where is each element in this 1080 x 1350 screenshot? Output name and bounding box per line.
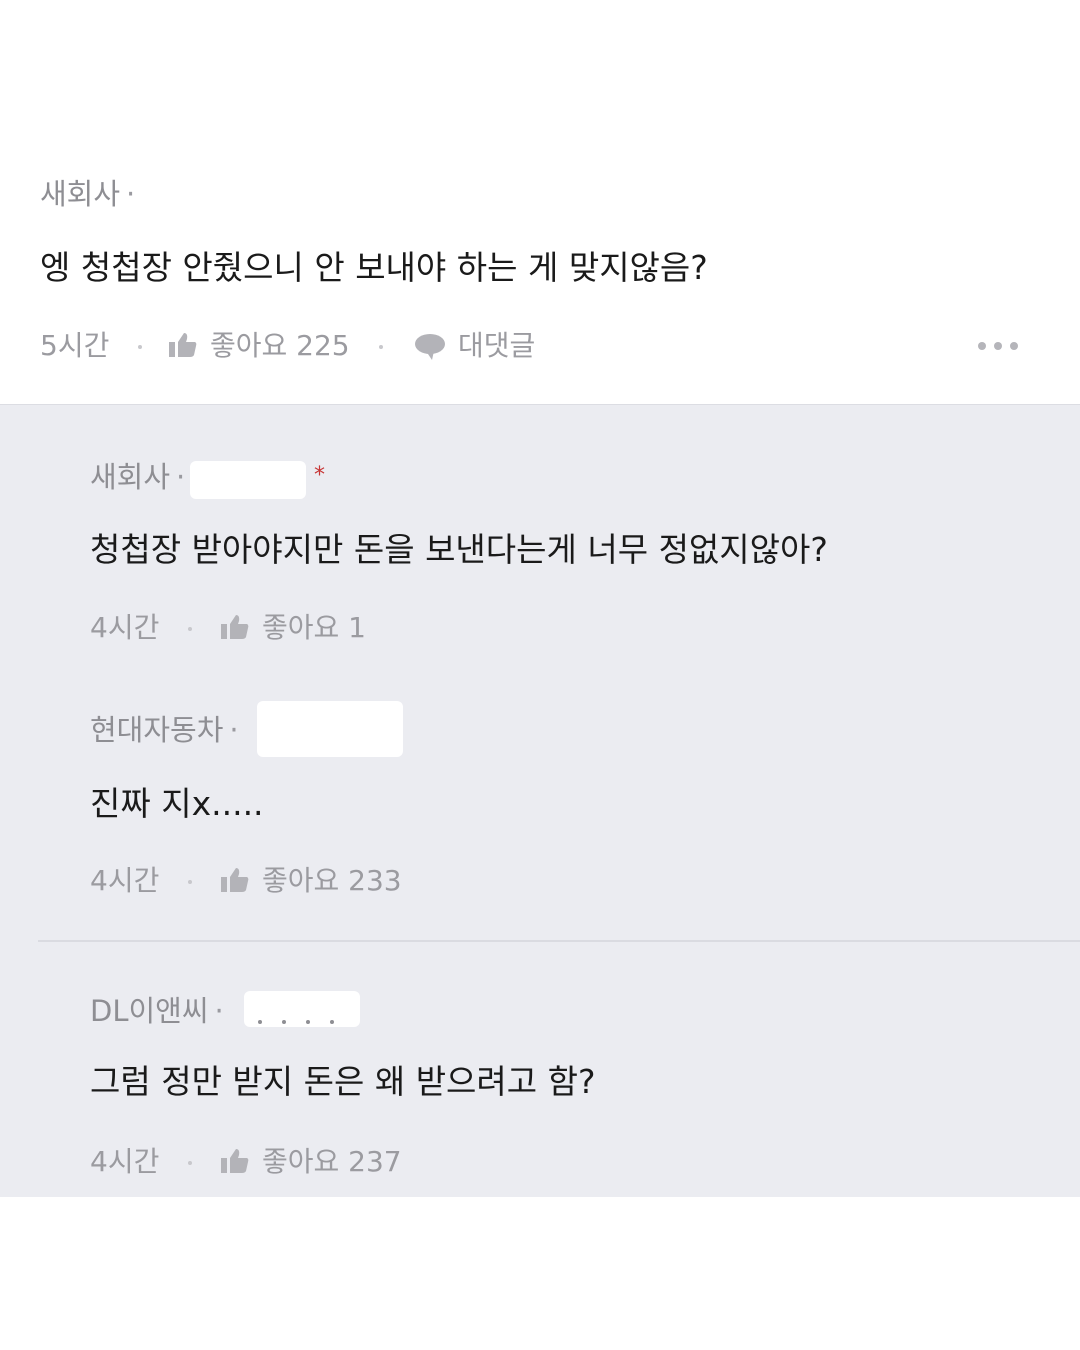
- like-button[interactable]: 좋아요 1: [262, 614, 366, 642]
- meta-separator: [379, 345, 383, 349]
- reply-text: 청첩장 받아야지만 돈을 보낸다는게 너무 정없지않아?: [90, 530, 828, 569]
- meta-separator: [188, 880, 192, 884]
- thumbs-up-icon[interactable]: [168, 332, 198, 358]
- like-button[interactable]: 좋아요 237: [262, 1148, 402, 1176]
- reply-text: 그럼 정만 받지 돈은 왜 받으려고 함?: [90, 1062, 596, 1101]
- author-company: DL이앤씨: [90, 994, 209, 1028]
- author-marker: *: [314, 463, 325, 488]
- reply-divider: [38, 940, 1080, 942]
- author-separator: ·: [126, 177, 136, 211]
- more-dots-icon[interactable]: [978, 341, 1018, 351]
- author-separator: ·: [214, 994, 224, 1028]
- comment-text: 엥 청첩장 안줬으니 안 보내야 하는 게 맞지않음?: [40, 248, 708, 287]
- meta-separator: [138, 345, 142, 349]
- reply-author[interactable]: 현대자동차 ·: [90, 716, 239, 745]
- reply-text: 진짜 지x.....: [90, 784, 264, 823]
- comment-time: 5시간: [40, 329, 110, 362]
- main-comment: 새회사 · 엥 청첩장 안줬으니 안 보내야 하는 게 맞지않음? 5시간 좋아요…: [0, 0, 1080, 404]
- thumbs-up-icon[interactable]: [220, 1148, 250, 1174]
- reply-time: 4시간: [90, 1145, 160, 1178]
- speech-bubble-icon[interactable]: [414, 333, 446, 361]
- like-button[interactable]: 좋아요 233: [262, 867, 402, 895]
- reply-author[interactable]: 새회사 ·: [90, 463, 185, 492]
- reply-author[interactable]: DL이앤씨 ·: [90, 997, 224, 1026]
- redacted-nickname: [190, 461, 306, 499]
- author-company: 현대자동차: [90, 713, 224, 747]
- author-separator: ·: [229, 713, 239, 747]
- masked-nickname-dots: [258, 1020, 338, 1026]
- thumbs-up-icon[interactable]: [220, 867, 250, 893]
- reply-time: 4시간: [90, 611, 160, 644]
- reply-button[interactable]: 대댓글: [458, 332, 535, 360]
- author-company: 새회사: [90, 460, 171, 494]
- reply-time: 4시간: [90, 864, 160, 897]
- author-company: 새회사: [40, 177, 121, 211]
- redacted-nickname: [257, 701, 403, 757]
- comment-author[interactable]: 새회사 ·: [40, 180, 135, 209]
- replies-section: 새회사 · * 청첩장 받아야지만 돈을 보낸다는게 너무 정없지않아? 4시간 …: [0, 404, 1080, 1197]
- thumbs-up-icon[interactable]: [220, 614, 250, 640]
- like-button[interactable]: 좋아요 225: [210, 332, 350, 360]
- meta-separator: [188, 1161, 192, 1165]
- author-separator: ·: [176, 460, 186, 494]
- meta-separator: [188, 627, 192, 631]
